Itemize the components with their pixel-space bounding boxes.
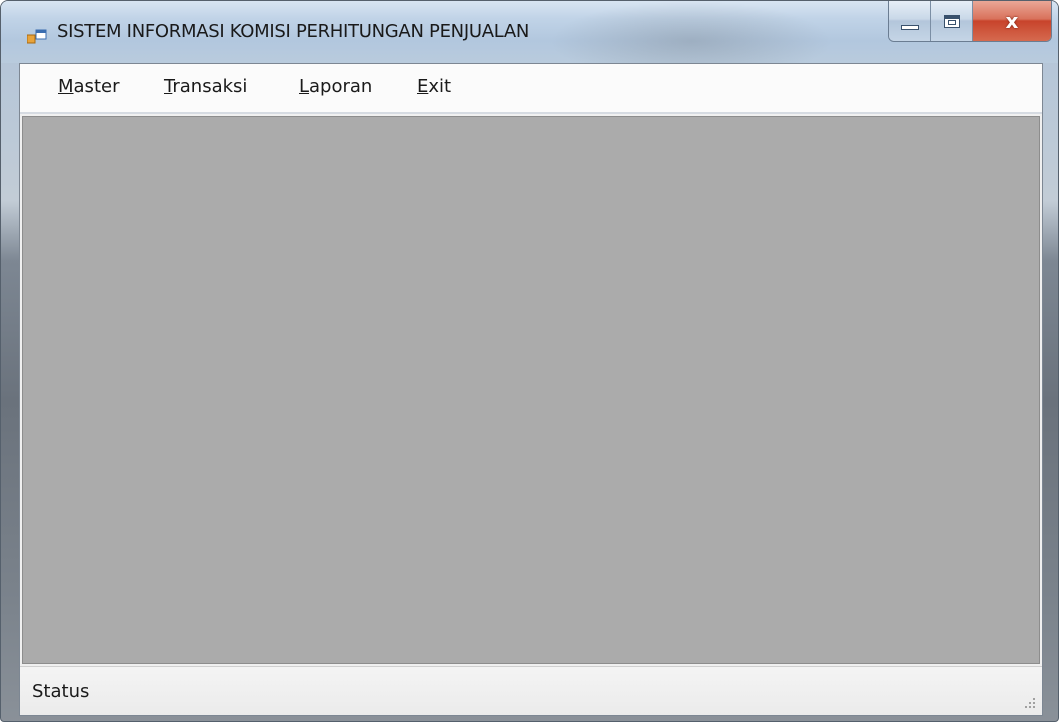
close-icon: x	[1005, 9, 1019, 33]
menu-exit-label: xit	[428, 76, 452, 97]
app-window: SISTEM INFORMASI KOMISI PERHITUNGAN PENJ…	[0, 0, 1059, 722]
menu-laporan-label: aporan	[309, 76, 373, 97]
close-button[interactable]: x	[973, 1, 1051, 41]
maximize-icon	[943, 14, 960, 28]
menu-exit-accelerator: E	[417, 76, 429, 97]
mdi-client-area[interactable]	[22, 116, 1040, 664]
menu-bar: Master Transaksi Laporan Exit	[20, 64, 1042, 114]
menu-exit[interactable]: Exit	[413, 76, 455, 97]
menu-master-accelerator: M	[58, 76, 74, 97]
menu-laporan-accelerator: L	[299, 76, 310, 97]
menu-laporan[interactable]: Laporan	[295, 76, 376, 97]
menu-master-label: aster	[73, 76, 120, 97]
client-area: Master Transaksi Laporan Exit Status	[19, 63, 1043, 716]
maximize-button[interactable]	[931, 1, 973, 41]
minimize-button[interactable]	[889, 1, 931, 41]
minimize-icon	[900, 24, 919, 30]
resize-grip-icon[interactable]	[1022, 695, 1036, 709]
window-title: SISTEM INFORMASI KOMISI PERHITUNGAN PENJ…	[57, 21, 530, 42]
menu-transaksi-label: ransaksi	[172, 76, 248, 97]
menu-transaksi[interactable]: Transaksi	[160, 76, 251, 97]
status-label: Status	[32, 681, 90, 702]
title-bar[interactable]: SISTEM INFORMASI KOMISI PERHITUNGAN PENJ…	[1, 1, 1058, 63]
app-form-icon	[27, 29, 47, 44]
status-bar: Status	[20, 666, 1042, 715]
caption-buttons: x	[888, 1, 1052, 42]
menu-master[interactable]: Master	[54, 76, 123, 97]
